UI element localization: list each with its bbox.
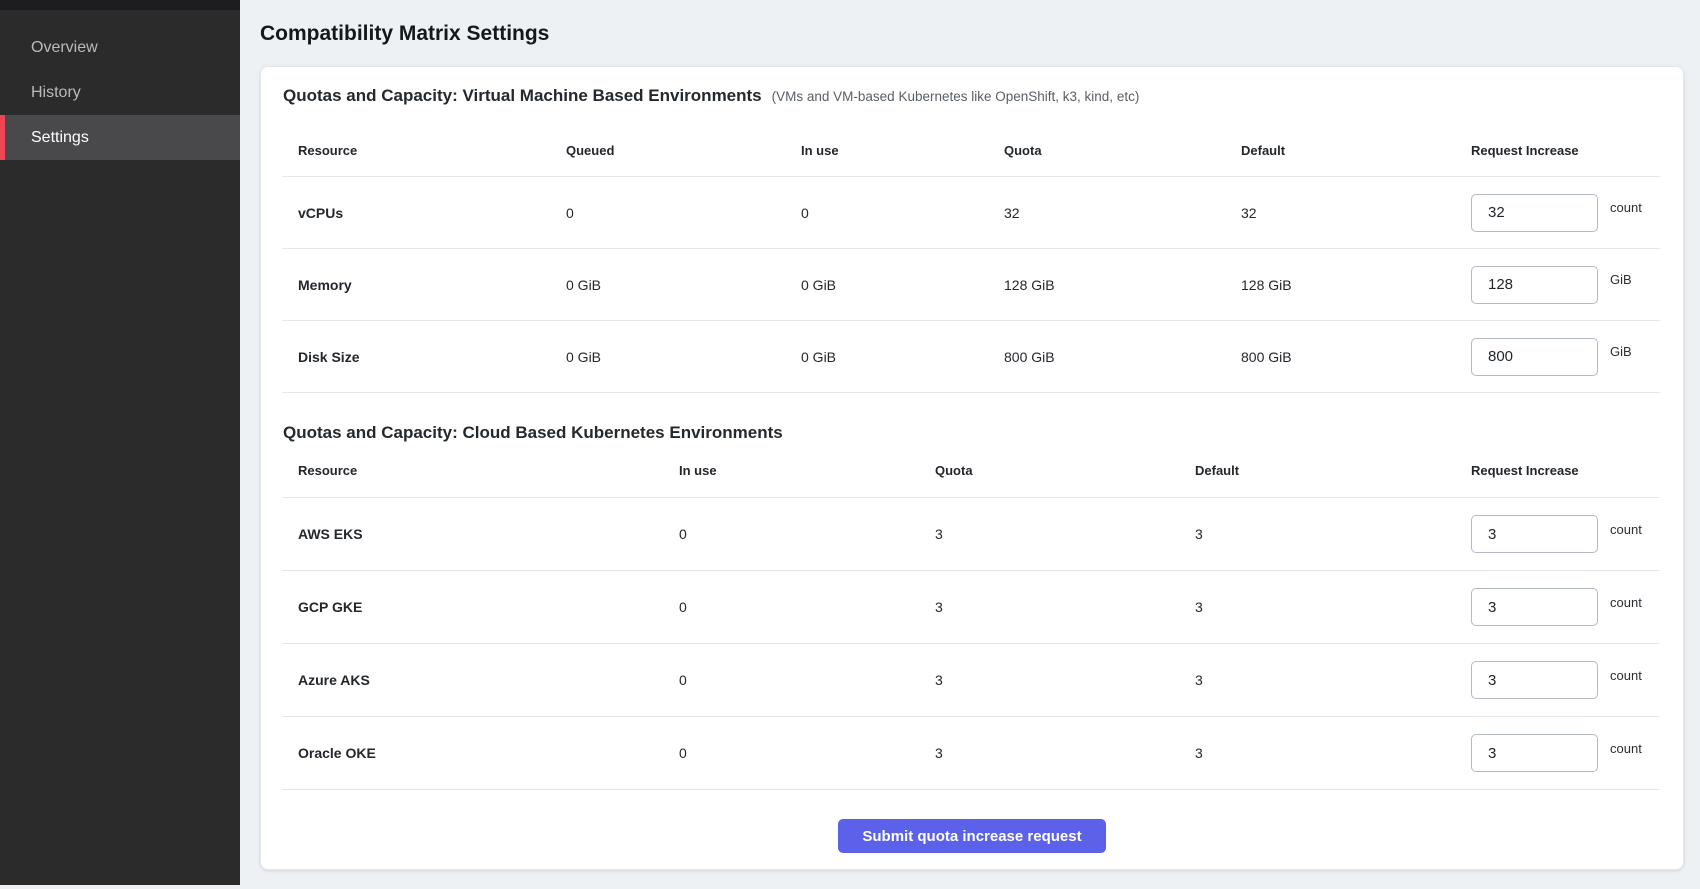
quota-value: 3 (935, 599, 1195, 615)
request-increase-cell: count (1471, 734, 1660, 772)
in-use-value: 0 (679, 526, 935, 542)
request-increase-cell: count (1471, 588, 1660, 626)
resource-name: Azure AKS (282, 672, 679, 688)
request-increase-input[interactable] (1471, 266, 1598, 304)
settings-card: Quotas and Capacity: Virtual Machine Bas… (260, 66, 1684, 870)
column-header: Quota (1004, 143, 1241, 158)
sidebar-nav: Overview History Settings (0, 25, 240, 160)
quota-value: 32 (1004, 205, 1241, 221)
request-increase-cell: GiB (1471, 266, 1660, 304)
column-header: In use (679, 463, 935, 478)
request-increase-input[interactable] (1471, 515, 1598, 553)
column-header: Resource (282, 143, 566, 158)
table-row: Azure AKS 0 3 3 count (282, 644, 1660, 717)
resource-name: AWS EKS (282, 526, 679, 542)
vm-quota-table: Resource Queued In use Quota Default Req… (282, 124, 1660, 393)
column-header: Default (1195, 463, 1471, 478)
submit-row: Submit quota increase request (261, 819, 1683, 853)
unit-label: GiB (1610, 344, 1632, 359)
vm-table-header-row: Resource Queued In use Quota Default Req… (282, 124, 1660, 177)
cloud-section-title: Quotas and Capacity: Cloud Based Kuberne… (283, 423, 783, 443)
sidebar-top-strip (0, 0, 240, 10)
table-row: Disk Size 0 GiB 0 GiB 800 GiB 800 GiB Gi… (282, 321, 1660, 393)
quota-value: 128 GiB (1004, 277, 1241, 293)
unit-label: GiB (1610, 272, 1632, 287)
request-increase-input[interactable] (1471, 588, 1598, 626)
table-row: GCP GKE 0 3 3 count (282, 571, 1660, 644)
request-increase-cell: count (1471, 194, 1660, 232)
request-increase-input[interactable] (1471, 734, 1598, 772)
cloud-section-header: Quotas and Capacity: Cloud Based Kuberne… (283, 423, 1660, 443)
default-value: 3 (1195, 672, 1471, 688)
column-header: Default (1241, 143, 1471, 158)
unit-label: count (1610, 668, 1642, 683)
vm-section-title: Quotas and Capacity: Virtual Machine Bas… (283, 86, 762, 106)
unit-label: count (1610, 200, 1642, 215)
in-use-value: 0 (801, 205, 1004, 221)
resource-name: GCP GKE (282, 599, 679, 615)
resource-name: Disk Size (282, 349, 566, 365)
sidebar-item-label: Overview (31, 39, 98, 57)
in-use-value: 0 GiB (801, 349, 1004, 365)
main-content: Compatibility Matrix Settings Quotas and… (240, 0, 1700, 889)
resource-name: Memory (282, 277, 566, 293)
resource-name: Oracle OKE (282, 745, 679, 761)
column-header: In use (801, 143, 1004, 158)
request-increase-input[interactable] (1471, 661, 1598, 699)
in-use-value: 0 (679, 672, 935, 688)
cloud-quota-table: Resource In use Quota Default Request In… (282, 443, 1660, 790)
in-use-value: 0 (679, 745, 935, 761)
table-row: vCPUs 0 0 32 32 count (282, 177, 1660, 249)
request-increase-cell: GiB (1471, 338, 1660, 376)
default-value: 800 GiB (1241, 349, 1471, 365)
request-increase-cell: count (1471, 661, 1660, 699)
cloud-table-header-row: Resource In use Quota Default Request In… (282, 443, 1660, 498)
sidebar-item[interactable]: Settings (0, 115, 240, 160)
default-value: 32 (1241, 205, 1471, 221)
quota-value: 3 (935, 526, 1195, 542)
column-header: Request Increase (1471, 143, 1660, 158)
vm-section-note: (VMs and VM-based Kubernetes like OpenSh… (772, 89, 1140, 104)
unit-label: count (1610, 741, 1642, 756)
queued-value: 0 GiB (566, 277, 801, 293)
page-title: Compatibility Matrix Settings (260, 22, 1684, 46)
queued-value: 0 GiB (566, 349, 801, 365)
submit-quota-button[interactable]: Submit quota increase request (838, 819, 1105, 853)
table-row: Memory 0 GiB 0 GiB 128 GiB 128 GiB GiB (282, 249, 1660, 321)
resource-name: vCPUs (282, 205, 566, 221)
sidebar: Overview History Settings (0, 0, 240, 885)
column-header: Resource (282, 463, 679, 478)
request-increase-input[interactable] (1471, 194, 1598, 232)
unit-label: count (1610, 595, 1642, 610)
quota-value: 3 (935, 745, 1195, 761)
sidebar-item[interactable]: Overview (0, 25, 240, 70)
quota-value: 800 GiB (1004, 349, 1241, 365)
default-value: 3 (1195, 526, 1471, 542)
vm-section-header: Quotas and Capacity: Virtual Machine Bas… (283, 86, 1660, 106)
table-row: Oracle OKE 0 3 3 count (282, 717, 1660, 790)
column-header: Request Increase (1471, 463, 1660, 478)
column-header: Quota (935, 463, 1195, 478)
sidebar-item-label: History (31, 84, 81, 102)
default-value: 3 (1195, 599, 1471, 615)
table-row: AWS EKS 0 3 3 count (282, 498, 1660, 571)
request-increase-input[interactable] (1471, 338, 1598, 376)
quota-value: 3 (935, 672, 1195, 688)
default-value: 3 (1195, 745, 1471, 761)
column-header: Queued (566, 143, 801, 158)
in-use-value: 0 GiB (801, 277, 1004, 293)
unit-label: count (1610, 522, 1642, 537)
sidebar-item[interactable]: History (0, 70, 240, 115)
in-use-value: 0 (679, 599, 935, 615)
sidebar-item-label: Settings (31, 129, 89, 147)
default-value: 128 GiB (1241, 277, 1471, 293)
app-root: Overview History Settings Compatibility … (0, 0, 1700, 889)
queued-value: 0 (566, 205, 801, 221)
request-increase-cell: count (1471, 515, 1660, 553)
